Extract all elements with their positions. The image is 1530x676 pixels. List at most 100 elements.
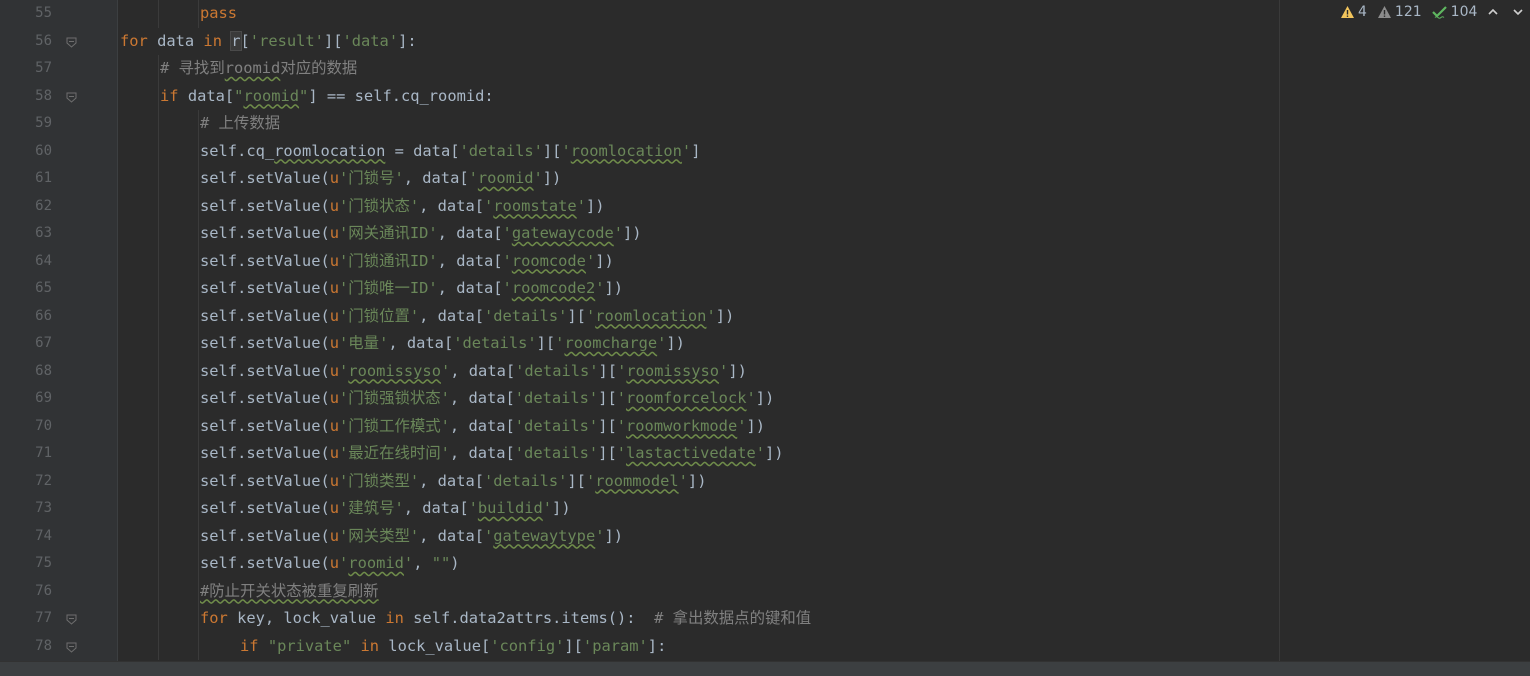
code-line[interactable]: 78 if "private" in lock_value['config']['… xyxy=(0,632,1279,660)
indent-guide xyxy=(158,220,159,248)
previous-highlight-button[interactable] xyxy=(1487,7,1502,17)
code-line[interactable]: 57 # 寻找到roomid对应的数据 xyxy=(0,55,1279,83)
indent-guide xyxy=(158,302,159,330)
code-token: self.setValue( xyxy=(200,169,330,187)
code-token: '建筑号' xyxy=(339,499,404,517)
code-token: ' xyxy=(484,526,494,545)
code-line[interactable]: 56 for data in r['result']['data']: xyxy=(0,28,1279,56)
indent-guide xyxy=(158,357,159,385)
code-text: self.setValue(u'建筑号', data['buildid']) xyxy=(200,495,571,523)
inspection-widget[interactable]: 4 121 104 xyxy=(1340,0,1530,24)
code-token: u xyxy=(329,279,340,297)
code-line[interactable]: 74 self.setValue(u'网关类型', data['gatewayty… xyxy=(0,522,1279,550)
code-token: ' xyxy=(542,499,553,517)
line-number: 59 xyxy=(35,115,52,131)
code-token: '最近在线时间' xyxy=(339,444,450,462)
weak-warnings-indicator[interactable]: 121 xyxy=(1377,4,1422,20)
code-line[interactable]: 77 for key, lock_value in self.data2attrs… xyxy=(0,605,1279,633)
code-token: ]) xyxy=(542,169,562,187)
code-token: ' xyxy=(616,416,627,435)
code-token: roomcharge xyxy=(564,334,658,352)
code-area[interactable]: 55 pass 56 for data in r['result']['data']:… xyxy=(0,0,1279,661)
fold-marker-icon[interactable] xyxy=(66,92,77,103)
code-line[interactable]: 73 self.setValue(u'建筑号', data['buildid']) xyxy=(0,495,1279,523)
code-text: self.setValue(u'电量', data['details']['ro… xyxy=(200,330,685,358)
code-token: , xyxy=(413,554,432,572)
code-line[interactable]: 60 self.cq_roomlocation = data['details']… xyxy=(0,137,1279,165)
code-token: data xyxy=(157,31,204,50)
fold-marker-icon[interactable] xyxy=(66,37,77,48)
code-token: gatewaycode xyxy=(511,224,614,242)
fold-marker-icon[interactable] xyxy=(66,642,77,653)
code-token: pass xyxy=(200,4,238,22)
code-token: , data[ xyxy=(403,499,469,517)
code-token: 'details' xyxy=(484,471,568,490)
code-token: ]) xyxy=(755,389,775,407)
code-token: roomissyso xyxy=(348,361,441,380)
code-token: # 拿出数据点的键和值 xyxy=(654,609,812,627)
code-line[interactable]: 68 self.setValue(u'roomissyso', data['det… xyxy=(0,357,1279,385)
code-line[interactable]: 55 pass xyxy=(0,0,1279,28)
code-token: u xyxy=(329,306,340,325)
code-token: , data[ xyxy=(419,196,484,215)
warnings-indicator[interactable]: 4 xyxy=(1340,4,1367,20)
code-line[interactable]: 76 #防止开关状态被重复刷新 xyxy=(0,577,1279,605)
code-token: self.cq_ xyxy=(200,141,275,160)
code-line[interactable]: 71 self.setValue(u'最近在线时间', data['details… xyxy=(0,440,1279,468)
indent-guide xyxy=(198,632,199,660)
code-token: u xyxy=(329,416,340,435)
warnings-count: 4 xyxy=(1358,4,1367,20)
indent-guide xyxy=(198,192,199,220)
code-token: roomforcelock xyxy=(626,389,747,407)
indent-guide xyxy=(198,137,199,165)
code-token: , data[ xyxy=(419,526,484,545)
code-token: 'data' xyxy=(342,31,399,50)
code-token: ]) xyxy=(595,251,614,270)
code-line[interactable]: 63 self.setValue(u'网关通讯ID', data['gateway… xyxy=(0,220,1279,248)
code-token: roomlocation xyxy=(274,141,386,160)
code-token: self.setValue( xyxy=(200,334,330,352)
code-token: u xyxy=(329,224,340,242)
code-token: '电量' xyxy=(339,334,389,352)
code-line[interactable]: 70 self.setValue(u'门锁工作模式', data['details… xyxy=(0,412,1279,440)
code-line[interactable]: 69 self.setValue(u'门锁强锁状态', data['details… xyxy=(0,385,1279,413)
line-number: 76 xyxy=(35,582,52,599)
code-token: ][ xyxy=(536,334,556,352)
code-token: 'config' xyxy=(490,636,565,655)
code-line[interactable]: 62 self.setValue(u'门锁状态', data['roomstate… xyxy=(0,192,1279,220)
code-line[interactable]: 65 self.setValue(u'门锁唯一ID', data['roomcod… xyxy=(0,275,1279,303)
code-token: ) xyxy=(450,554,460,572)
code-token: ][ xyxy=(598,444,617,462)
code-token: ]) xyxy=(604,526,624,545)
indent-guide xyxy=(158,440,159,468)
line-number: 71 xyxy=(35,445,52,461)
code-editor[interactable]: 55 pass 56 for data in r['result']['data']:… xyxy=(0,0,1530,661)
fold-marker-icon[interactable] xyxy=(66,614,77,625)
line-number: 63 xyxy=(35,225,52,241)
code-line[interactable]: 72 self.setValue(u'门锁类型', data['details']… xyxy=(0,467,1279,495)
code-token: self.setValue( xyxy=(200,416,330,435)
code-token: , data[ xyxy=(437,279,503,297)
code-token: 'details' xyxy=(484,306,568,325)
code-token: roomid xyxy=(477,169,534,187)
code-token: , data[ xyxy=(437,224,503,242)
code-line[interactable]: 67 self.setValue(u'电量', data['details']['… xyxy=(0,330,1279,358)
code-line[interactable]: 59 # 上传数据 xyxy=(0,110,1279,138)
code-token: '门锁位置' xyxy=(339,306,420,325)
indent-guide xyxy=(158,412,159,440)
code-token: ' xyxy=(561,141,571,160)
code-line[interactable]: 58 if data["roomid"] == self.cq_roomid: xyxy=(0,82,1279,110)
indent-guide xyxy=(158,550,159,578)
code-line[interactable]: 75 self.setValue(u'roomid', "") xyxy=(0,550,1279,578)
code-line[interactable]: 66 self.setValue(u'门锁位置', data['details']… xyxy=(0,302,1279,330)
status-bar xyxy=(0,661,1530,676)
code-line[interactable]: 64 self.setValue(u'门锁通讯ID', data['roomcod… xyxy=(0,247,1279,275)
code-text: # 寻找到roomid对应的数据 xyxy=(160,55,357,83)
code-line[interactable]: 61 self.setValue(u'门锁号', data['roomid']) xyxy=(0,165,1279,193)
code-token: '门锁唯一ID' xyxy=(339,279,438,297)
next-highlight-button[interactable] xyxy=(1512,7,1527,17)
code-token: ' xyxy=(657,334,667,352)
code-token: key, lock_value xyxy=(237,609,386,627)
code-token: u xyxy=(329,251,340,270)
typos-indicator[interactable]: 104 xyxy=(1431,4,1477,20)
